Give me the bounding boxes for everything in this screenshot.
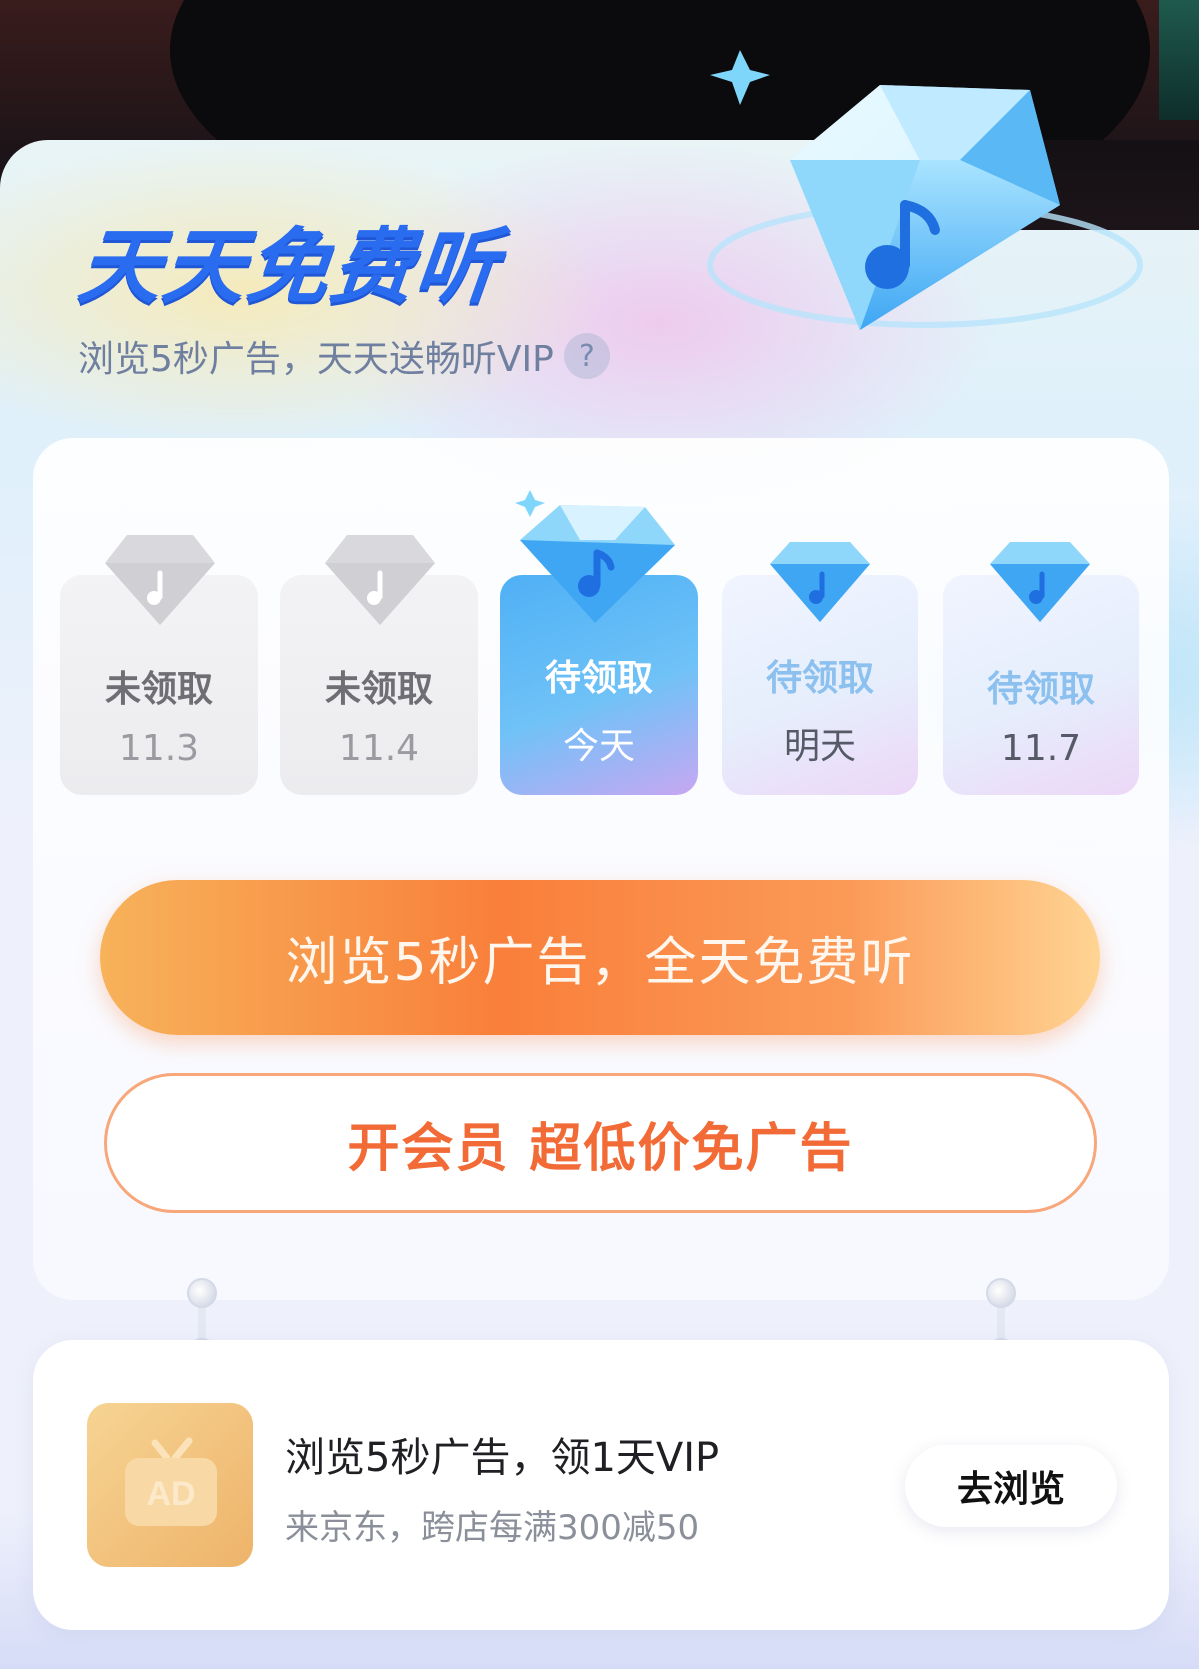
help-icon[interactable]: ? xyxy=(563,333,610,379)
day-status: 未领取 xyxy=(324,669,433,710)
day-date: 11.4 xyxy=(338,728,420,769)
browse-button[interactable]: 去浏览 xyxy=(905,1445,1117,1527)
tv-ad-icon: AD xyxy=(87,1403,253,1567)
subtitle: 浏览5秒广告，天天送畅听VIP ? xyxy=(78,330,610,382)
blue-diamond-icon xyxy=(990,542,1090,622)
blue-diamond-icon xyxy=(770,542,870,622)
day-date: 11.3 xyxy=(118,728,200,769)
blue-diamond-icon xyxy=(515,490,675,623)
diamond-music-icon xyxy=(707,50,1143,330)
svg-text:AD: AD xyxy=(146,1475,195,1513)
page-title: 天天免费听 xyxy=(74,220,505,315)
ad-title: 浏览5秒广告，领1天VIP xyxy=(285,1435,720,1481)
gray-diamond-icon xyxy=(105,535,215,625)
open-vip-button[interactable]: 开会员 超低价免广告 xyxy=(104,1073,1097,1213)
day-date: 今天 xyxy=(562,726,635,767)
subtitle-text: 浏览5秒广告，天天送畅听VIP xyxy=(78,339,554,380)
ad-subtitle: 来京东，跨店每满300减50 xyxy=(285,1508,700,1548)
day-status: 待领取 xyxy=(544,658,653,699)
day-status: 待领取 xyxy=(986,669,1095,710)
day-status: 待领取 xyxy=(765,658,874,699)
watch-ad-button[interactable]: 浏览5秒广告，全天免费听 xyxy=(100,880,1100,1035)
day-date: 明天 xyxy=(783,726,856,767)
gray-diamond-icon xyxy=(325,535,435,625)
day-date: 11.7 xyxy=(1000,728,1082,769)
day-status: 未领取 xyxy=(104,669,213,710)
